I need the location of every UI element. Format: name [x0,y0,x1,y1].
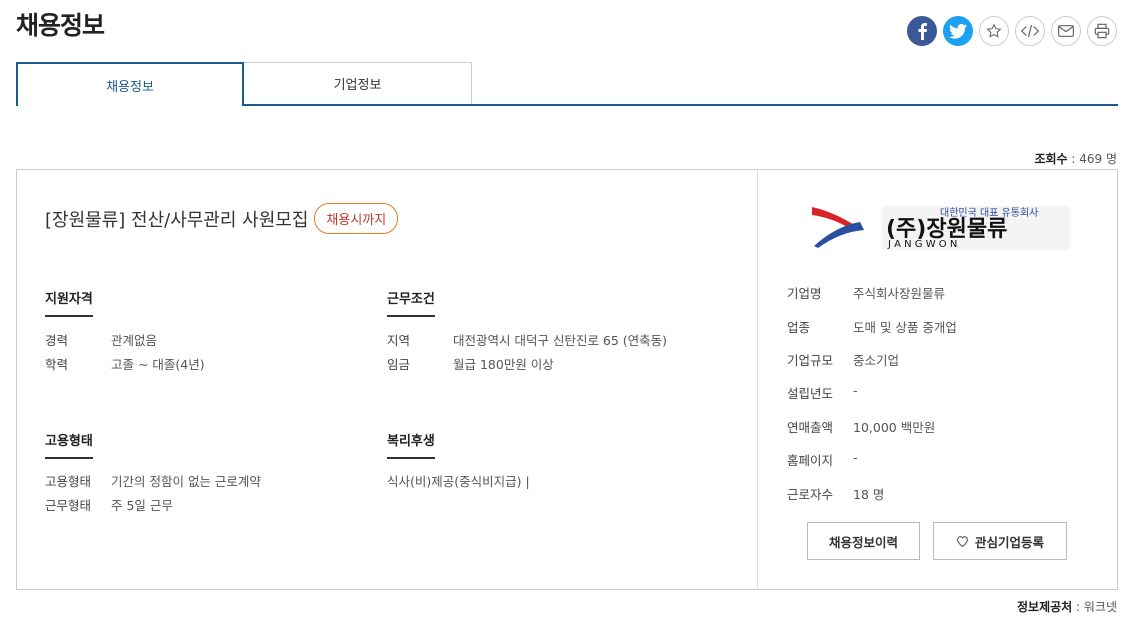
print-icon [1094,23,1110,39]
tab-bar: 채용정보 기업정보 [16,62,1118,106]
row-key: 경력 [45,333,69,348]
view-count: 조회수 : 469 명 [1034,152,1117,166]
company-logo: 대한민국 대표 유통회사 (주)장원물류 J A N G W O N [812,206,1070,250]
info-source-value: 워크넷 [1083,600,1117,614]
employment-row-type: 고용형태 기간의 정함이 없는 근로계약 [45,471,261,490]
add-favorite-company-button[interactable]: 관심기업등록 [933,522,1067,560]
company-info-homepage: 홈페이지 - [787,450,858,469]
row-key: 학력 [45,357,69,372]
bookmark-button[interactable] [979,16,1009,46]
view-count-label: 조회수 [1034,152,1068,166]
deadline-badge: 채용시까지 [314,203,399,234]
facebook-icon [918,23,927,40]
row-key: 근무형태 [45,498,92,513]
info-value: 10,000 백만원 [853,420,936,435]
email-share-button[interactable] [1051,16,1081,46]
twitter-icon [949,23,967,39]
section-heading-conditions: 근무조건 [387,288,435,317]
qualification-row-education: 학력 고졸 ~ 대졸(4년) [45,354,205,373]
twitter-share-button[interactable] [943,16,973,46]
info-key: 근로자수 [787,487,834,502]
info-value: - [853,450,858,465]
info-value: 18 명 [853,487,885,502]
info-key: 홈페이지 [787,453,834,468]
company-info-size: 기업규모 중소기업 [787,350,899,369]
logo-roman: J A N G W O N [887,239,957,250]
row-value: 대전광역시 대덕구 신탄진로 65 (연축동) [453,333,668,348]
view-count-value: 469 명 [1079,152,1117,166]
row-value: 고졸 ~ 대졸(4년) [111,357,205,372]
info-source: 정보제공처 : 워크넷 [1017,600,1117,614]
column-divider [757,170,758,589]
info-value: 도매 및 상품 중개업 [853,320,957,335]
row-value: 주 5일 근무 [111,498,173,513]
row-value: 관계없음 [111,333,158,348]
row-key: 고용형태 [45,474,92,489]
info-source-label: 정보제공처 [1017,600,1073,614]
employment-row-schedule: 근무형태 주 5일 근무 [45,495,173,514]
welfare-text: 식사(비)제공(중식비지급) | [387,474,530,489]
company-info-industry: 업종 도매 및 상품 중개업 [787,317,957,336]
job-title: [장원물류] 전산/사무관리 사원모집 [45,209,309,231]
add-favorite-label: 관심기업등록 [974,534,1044,550]
conditions-row-wage: 임금 월급 180만원 이상 [387,354,554,373]
code-icon [1021,24,1039,38]
facebook-share-button[interactable] [907,16,937,46]
share-toolbar [907,16,1117,46]
info-key: 설립년도 [787,386,834,401]
info-key: 기업규모 [787,353,834,368]
row-key: 지역 [387,333,411,348]
company-info-employees: 근로자수 18 명 [787,484,884,503]
row-value: 기간의 정함이 없는 근로계약 [111,474,261,489]
star-icon [986,23,1002,38]
info-key: 업종 [787,320,811,335]
job-history-button[interactable]: 채용정보이력 [807,522,920,560]
heart-icon [957,536,968,547]
qualification-row-career: 경력 관계없음 [45,330,157,349]
embed-code-button[interactable] [1015,16,1045,46]
job-detail-card: [장원물류] 전산/사무관리 사원모집 채용시까지 지원자격 경력 관계없음 학… [16,169,1118,590]
row-value: 월급 180만원 이상 [453,357,554,372]
section-heading-welfare: 복리후생 [387,430,435,459]
tab-job-info[interactable]: 채용정보 [16,62,244,106]
company-info-founded: 설립년도 - [787,383,858,402]
info-value: 중소기업 [853,353,900,368]
company-info-name: 기업명 주식회사장원물류 [787,283,945,302]
company-info-revenue: 연매출액 10,000 백만원 [787,417,935,436]
tab-company-info[interactable]: 기업정보 [243,62,472,104]
info-key: 기업명 [787,286,822,301]
page-title: 채용정보 [16,11,105,40]
info-key: 연매출액 [787,420,834,435]
row-key: 임금 [387,357,411,372]
job-title-row: [장원물류] 전산/사무관리 사원모집 채용시까지 [45,203,399,234]
mail-icon [1058,25,1074,37]
section-heading-employment: 고용형태 [45,430,93,459]
print-button[interactable] [1087,16,1117,46]
section-heading-qualification: 지원자격 [45,288,93,317]
conditions-row-region: 지역 대전광역시 대덕구 신탄진로 65 (연축동) [387,330,667,349]
info-value: 주식회사장원물류 [853,286,946,301]
info-value: - [853,383,858,398]
